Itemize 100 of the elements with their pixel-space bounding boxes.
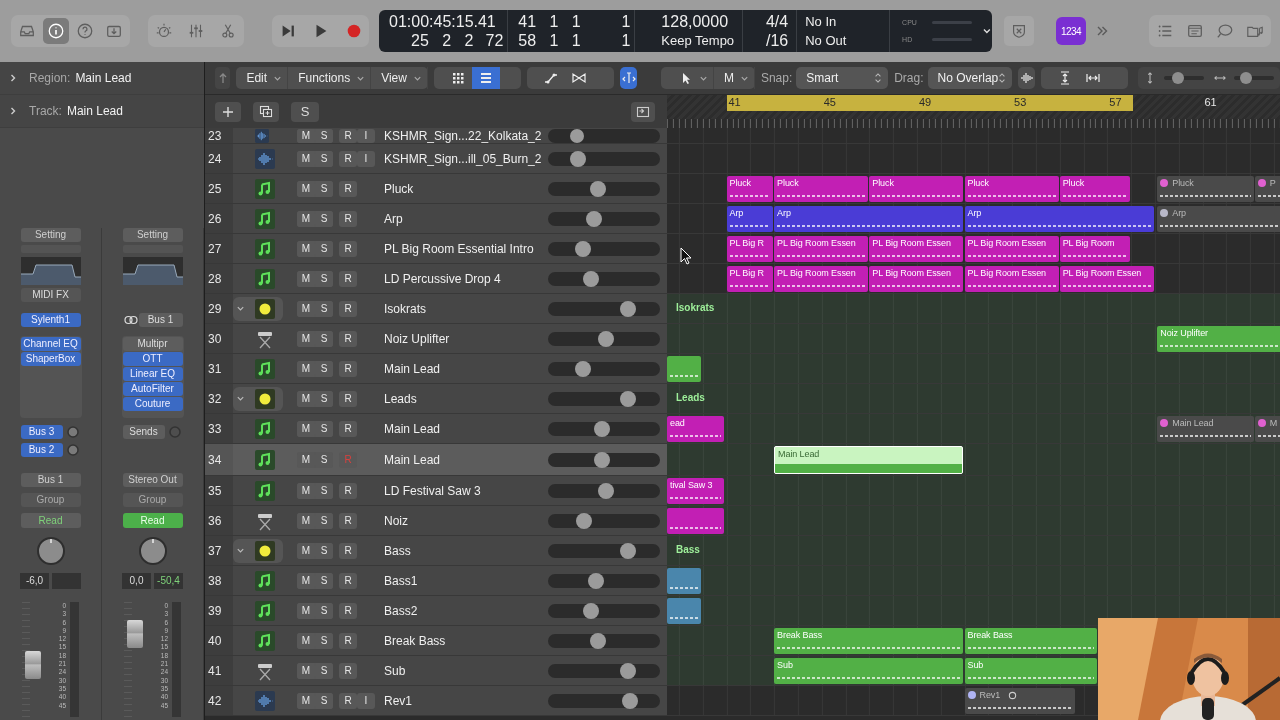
region[interactable]: Pluck (964, 176, 1059, 202)
record-enable-button[interactable]: R (339, 662, 357, 679)
volume-knob[interactable] (574, 360, 591, 377)
volume-knob[interactable] (570, 128, 585, 143)
volume-slider[interactable] (548, 241, 660, 256)
region[interactable]: Pluck (869, 176, 964, 202)
region[interactable]: PL Big Room Essen (964, 236, 1059, 262)
muted-region[interactable]: Main Lead (1157, 416, 1254, 442)
volume-slider[interactable] (548, 211, 660, 226)
track-header[interactable]: 38 M S R Bass1 (205, 566, 667, 595)
zoom-slider-knob[interactable] (1240, 72, 1252, 84)
region[interactable]: Pluck (726, 176, 774, 202)
output-slot[interactable]: Stereo Out (122, 473, 183, 487)
record-enable-button[interactable]: R (339, 572, 357, 589)
volume-knob[interactable] (619, 390, 636, 407)
volume-slider[interactable] (548, 301, 660, 316)
region[interactable]: PL Big R (726, 236, 774, 262)
region[interactable] (667, 598, 701, 624)
stack-tab[interactable] (233, 538, 283, 563)
send-slot[interactable]: Bus 2 (20, 443, 63, 457)
duplicate-track-button[interactable] (253, 101, 279, 122)
plugin-slot[interactable]: AutoFilter (122, 382, 183, 396)
record-enable-button[interactable]: R (339, 360, 357, 377)
region[interactable]: PL Big Room Essen (869, 236, 964, 262)
midi-fx-slot[interactable]: MIDI FX (20, 288, 81, 302)
info-button[interactable] (43, 18, 69, 44)
group-slot[interactable]: Group (20, 493, 81, 507)
volume-knob[interactable] (619, 300, 636, 317)
global-tracks-button[interactable] (631, 101, 655, 122)
track-header[interactable]: 29 M S R Isokrats (205, 294, 667, 323)
record-enable-button[interactable]: R (339, 482, 357, 499)
muted-region[interactable]: Arp (1157, 206, 1280, 232)
region[interactable]: Arp (774, 206, 964, 232)
track-header[interactable]: 37 M S R Bass (205, 536, 667, 565)
volume-slider[interactable] (548, 663, 660, 678)
zoom-slider-knob[interactable] (1172, 72, 1184, 84)
region[interactable]: Pluck (774, 176, 869, 202)
send-slot[interactable]: Bus 3 (20, 425, 63, 439)
fader-handle[interactable] (127, 620, 143, 649)
record-enable-button[interactable]: R (339, 542, 357, 559)
record-enable-button[interactable]: R (339, 210, 357, 227)
region[interactable]: tival Saw 3 (667, 478, 725, 504)
track-header[interactable]: 41 M S R Sub (205, 656, 667, 685)
track-header[interactable]: 42 M S R I Rev1 (205, 686, 667, 715)
volume-slider[interactable] (548, 543, 660, 558)
plugin-slot[interactable]: ShaperBox (20, 352, 81, 366)
solo-button[interactable]: S (291, 101, 319, 122)
drag-dropdown[interactable]: No Overlap (927, 67, 1013, 89)
list-view-button[interactable] (471, 67, 500, 89)
volume-slider[interactable] (548, 361, 660, 376)
muted-region[interactable]: P (1254, 176, 1280, 202)
track-header[interactable]: 35 M S R LD Festival Saw 3 (205, 476, 667, 505)
track-header[interactable]: 25 M S R Pluck (205, 174, 667, 203)
volume-knob[interactable] (590, 180, 607, 197)
volume-knob[interactable] (582, 270, 599, 287)
record-enable-button[interactable]: R (339, 270, 357, 287)
volume-knob[interactable] (570, 150, 587, 167)
record-enable-button[interactable]: R (339, 180, 357, 197)
region[interactable]: ead (667, 416, 725, 442)
plugin-slot[interactable]: Multipr (122, 337, 183, 351)
track-header[interactable]: 28 M S R LD Percussive Drop 4 (205, 264, 667, 293)
pan-knob[interactable] (137, 536, 168, 566)
selected-track-header[interactable]: 34 M S R Main Lead (205, 444, 667, 475)
volume-knob[interactable] (593, 451, 610, 468)
track-header[interactable]: 32 M S R Leads (205, 384, 667, 413)
volume-slider[interactable] (548, 421, 660, 436)
add-track-button[interactable] (215, 101, 241, 122)
plugin-slot[interactable]: Channel EQ (20, 337, 81, 351)
stack-tab[interactable] (233, 296, 283, 321)
volume-slider[interactable] (548, 633, 660, 648)
track-header[interactable]: 39 M S R Bass2 (205, 596, 667, 625)
track-header[interactable]: 30 M S R Noiz Uplifter (205, 324, 667, 353)
input-monitor-button[interactable]: I (357, 692, 375, 709)
volume-knob[interactable] (619, 662, 636, 679)
volume-slider[interactable] (548, 391, 660, 406)
volume-slider[interactable] (548, 181, 660, 196)
volume-knob[interactable] (574, 240, 591, 257)
track-header[interactable]: 33 M S R Main Lead (205, 414, 667, 443)
link-icon[interactable] (122, 315, 139, 325)
catch-button[interactable] (620, 67, 637, 89)
muted-region[interactable]: Pluck (1157, 176, 1254, 202)
record-enable-button[interactable]: R (339, 602, 357, 619)
volume-knob[interactable] (598, 482, 615, 499)
volume-knob[interactable] (590, 632, 607, 649)
muted-region[interactable]: M (1254, 416, 1280, 442)
volume-slider[interactable] (548, 513, 660, 528)
track-header[interactable]: 40 M S R Break Bass (205, 626, 667, 655)
volume-knob[interactable] (582, 602, 599, 619)
record-enable-button[interactable]: R (339, 692, 357, 709)
chevron-down-icon[interactable] (982, 26, 992, 36)
double-chevron-icon[interactable] (1095, 24, 1109, 38)
count-in-button[interactable]: 1234 (1056, 17, 1086, 45)
menu-button[interactable]: Functions (288, 67, 372, 89)
group-slot[interactable]: Group (122, 493, 183, 507)
record-enable-button[interactable]: R (339, 632, 357, 649)
volume-slider[interactable] (548, 573, 660, 588)
track-header[interactable]: 31 M S R Main Lead (205, 354, 667, 383)
record-enable-button[interactable]: R (339, 420, 357, 437)
setting-button[interactable]: Setting (122, 228, 183, 242)
volume-knob[interactable] (598, 330, 615, 347)
